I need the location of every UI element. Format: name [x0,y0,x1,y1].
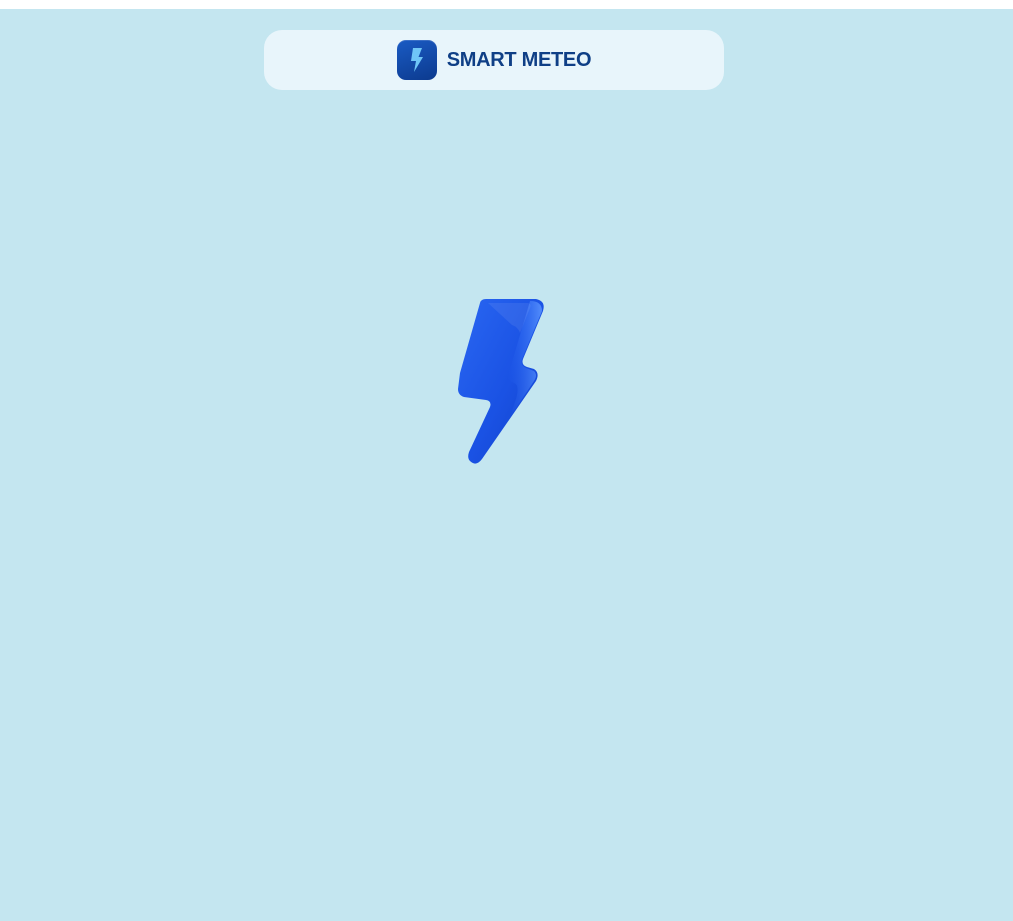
app-title: SMART METEO [446,49,592,71]
app-logo [396,40,437,80]
app-header: SMART METEO [264,30,724,90]
lightning-bolt-icon [410,48,423,72]
lightning-bolt-icon [458,299,544,464]
hero-lightning-bolt [450,289,555,464]
app-screen: SMART METEO [0,9,1013,921]
